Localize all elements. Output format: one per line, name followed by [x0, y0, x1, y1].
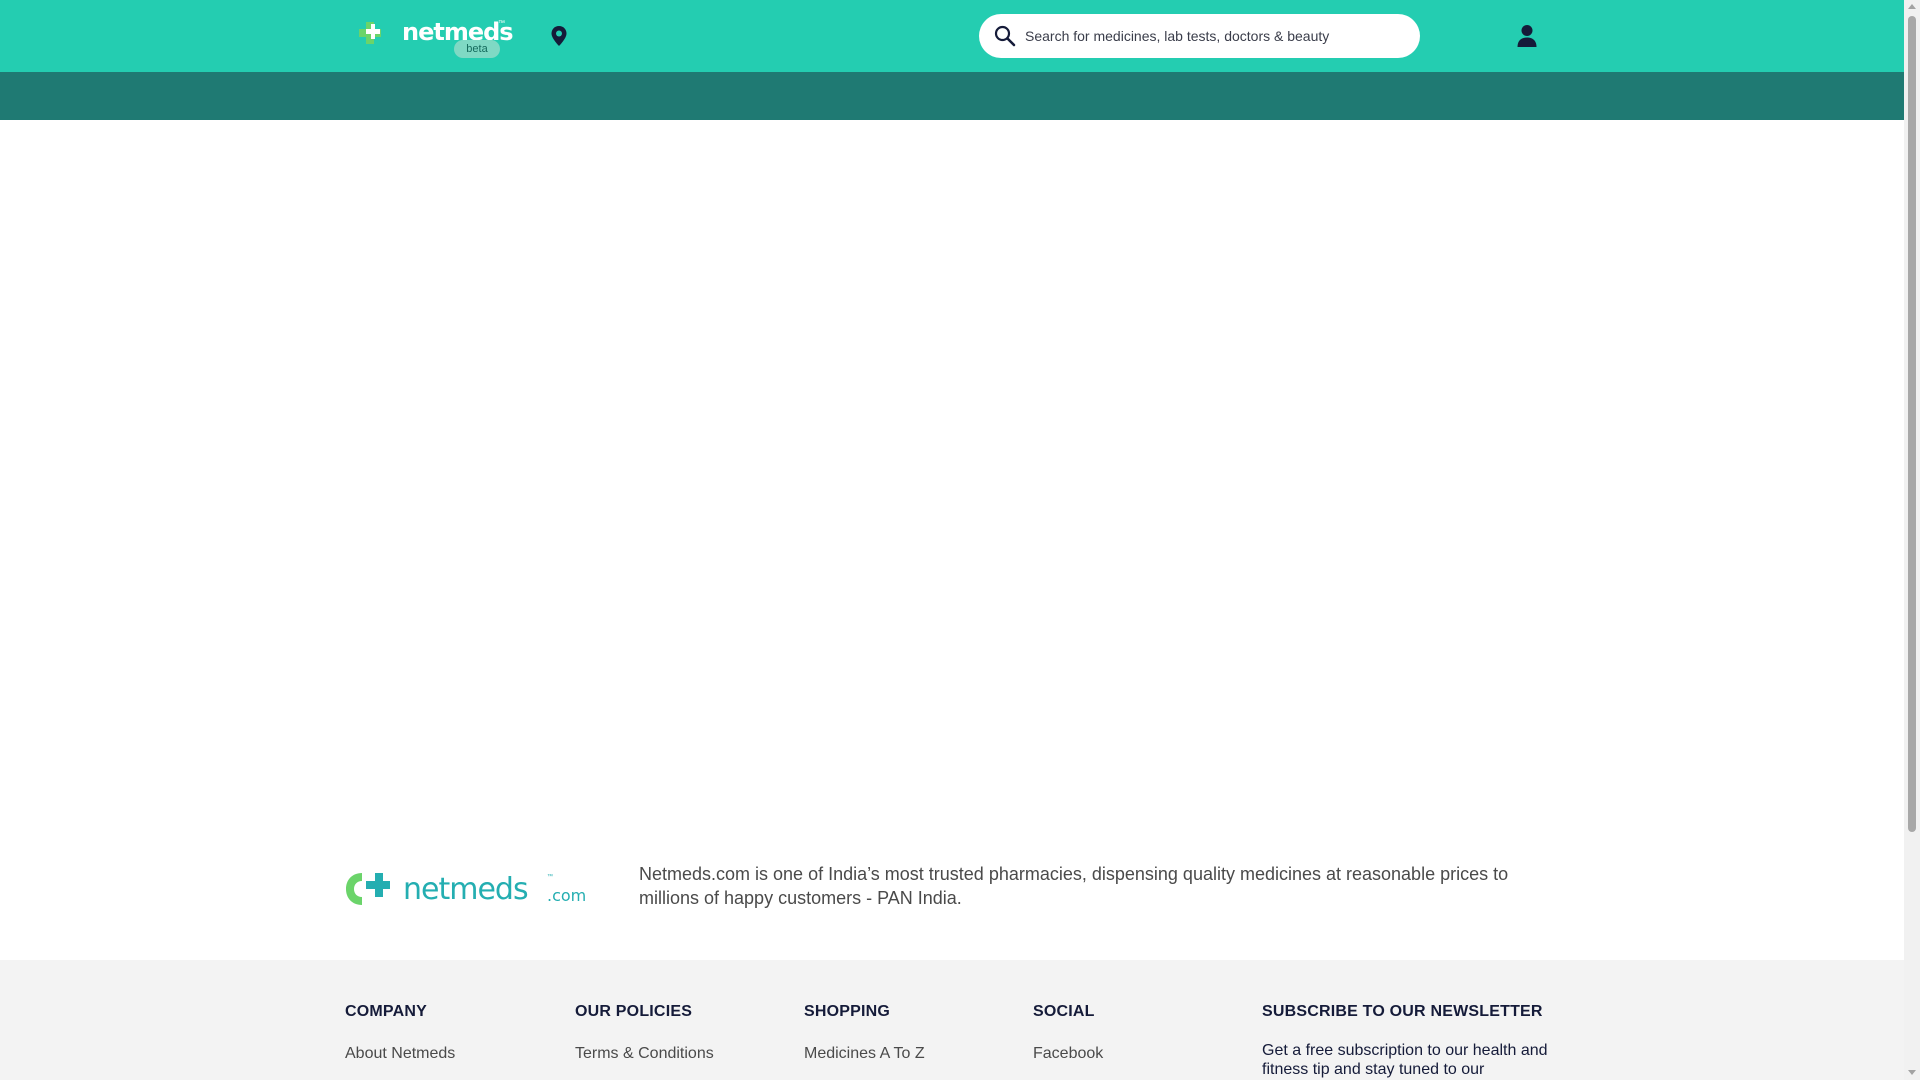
- category-nav-bar: [0, 72, 1904, 120]
- scroll-down-arrow-icon[interactable]: [1908, 1070, 1916, 1075]
- beta-badge: beta: [454, 40, 500, 58]
- netmeds-mark-icon: [346, 873, 390, 905]
- newsletter-title: SUBSCRIBE TO OUR NEWSLETTER: [1262, 1003, 1543, 1020]
- search-input[interactable]: [1025, 14, 1405, 58]
- footer-column-title-shopping: SHOPPING: [804, 1003, 891, 1020]
- netmeds-cross-icon: [359, 22, 381, 44]
- user-account-icon[interactable]: [1516, 24, 1538, 48]
- about-description: Netmeds.com is one of India’s most trust…: [639, 864, 1509, 908]
- footer-column-title-social: SOCIAL: [1033, 1003, 1095, 1020]
- footer-link-facebook[interactable]: Facebook: [1033, 1045, 1103, 1063]
- location-pin-icon[interactable]: [549, 25, 569, 47]
- newsletter-description: Get a free subscription to our health an…: [1262, 1042, 1548, 1078]
- footer-link-medicines-a-to-z[interactable]: Medicines A To Z: [804, 1045, 925, 1063]
- footer: [0, 960, 1904, 1080]
- footer-brand-trademark: ™: [547, 874, 553, 880]
- footer-brand-suffix: .com: [547, 886, 587, 905]
- footer-brand-name: netmeds: [403, 872, 529, 907]
- scroll-up-arrow-icon[interactable]: [1908, 4, 1916, 9]
- footer-column-title-company: COMPANY: [345, 1003, 427, 1020]
- scrollbar-thumb[interactable]: [1908, 16, 1916, 832]
- footer-netmeds-logo: netmeds ™ .com: [345, 870, 587, 910]
- page-scrollbar[interactable]: [1904, 0, 1920, 1080]
- footer-link-terms[interactable]: Terms & Conditions: [575, 1045, 714, 1063]
- brand-trademark: ™: [498, 20, 505, 27]
- netmeds-logo[interactable]: netmeds ™ beta: [356, 18, 514, 60]
- header-bar: netmeds ™ beta: [0, 0, 1904, 72]
- footer-column-title-policies: OUR POLICIES: [575, 1003, 693, 1020]
- search-icon: [994, 25, 1016, 47]
- footer-link-about-netmeds[interactable]: About Netmeds: [345, 1045, 455, 1063]
- search-bar[interactable]: [979, 14, 1420, 58]
